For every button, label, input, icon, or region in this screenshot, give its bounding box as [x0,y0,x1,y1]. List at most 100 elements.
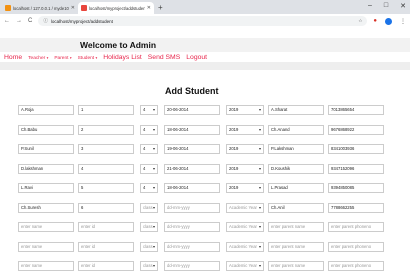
chevron-down-icon: ▾ [46,56,49,60]
chevron-down-icon: ▾ [95,56,98,60]
academic-year-select[interactable]: 2019 [226,105,264,115]
menu-dots-icon[interactable]: ⋮ [400,18,406,25]
bookmark-star-icon[interactable]: ☆ [358,18,362,24]
browser-tab-addstudent[interactable]: localhost/myproject/addstuden... ✕ [78,2,154,14]
tab-strip: localhost / 127.0.0.1 / myde10... ✕ loca… [0,0,410,14]
student-id-input[interactable]: enter id [78,261,134,271]
parent-phone-input[interactable]: enter parent phoneno [328,241,384,252]
student-id-input[interactable]: 1 [78,105,134,115]
back-icon[interactable]: ← [4,18,10,24]
dob-input[interactable]: 18-06-2014 [164,124,220,135]
student-id-input[interactable]: 6 [78,202,134,213]
dob-input[interactable]: dd-mm-yyyy [164,241,220,252]
address-bar-row: ← → C ⓘ localhost/myproject/addstudent ☆… [0,14,410,28]
student-id-input[interactable]: enter id [78,241,134,252]
student-name-input[interactable]: P.Sunil [18,144,74,154]
browser-tab-phpmyadmin[interactable]: localhost / 127.0.0.1 / myde10... ✕ [2,2,78,14]
academic-year-select[interactable]: Academic Year [226,261,264,271]
parent-name-input[interactable]: Ch.Anand [268,124,324,135]
student-id-input[interactable]: 2 [78,124,134,135]
form-row: enter name enter id class dd-mm-yyyy Academi… [14,261,384,271]
parent-phone-input[interactable]: 7013865654 [328,105,384,115]
student-name-input[interactable]: enter name [18,222,74,232]
academic-year-select[interactable]: 2019 [226,144,264,154]
student-name-input[interactable]: Ch.Suresh [18,202,74,213]
dob-input[interactable]: dd-mm-yyyy [164,202,220,213]
page-content: Welcome to Admin Home Teacher ▾ Parent ▾… [0,38,410,278]
student-id-input[interactable]: 3 [78,144,134,154]
class-select[interactable]: 4 [140,163,158,174]
parent-phone-input[interactable]: 9676868922 [328,124,384,135]
extension-icon[interactable]: ● [373,18,377,24]
parent-name-input[interactable]: A.Sharat [268,105,324,115]
nav-teacher[interactable]: Teacher ▾ [28,56,48,61]
academic-year-select[interactable]: Academic Year [226,222,264,232]
form-row: A.Roja 14 20-06-2014 2019 A.Sharat 7013865654 [14,105,384,115]
info-icon[interactable]: ⓘ [43,18,48,24]
nav-send-sms[interactable]: Send SMS [148,54,181,61]
tab-title: localhost/myproject/addstuden... [89,5,145,11]
nav-home[interactable]: Home [4,54,22,61]
parent-name-input[interactable]: L.Prasad [268,183,324,193]
form-row: Ch.Babu 24 18-06-2014 2019 Ch.Anand 967686892… [14,124,384,135]
profile-avatar-icon[interactable] [385,17,392,25]
student-id-input[interactable]: 4 [78,163,134,174]
close-window-icon[interactable]: ✕ [400,2,406,10]
class-select[interactable]: class [140,241,158,252]
student-id-input[interactable]: 5 [78,183,134,193]
new-tab-button[interactable]: + [158,2,163,14]
parent-name-input[interactable]: P.Lakshman [268,144,324,154]
parent-name-input[interactable]: enter parent name [268,222,324,232]
class-select[interactable]: class [140,261,158,271]
academic-year-select[interactable]: 2019 [226,183,264,193]
student-id-input[interactable]: enter id [78,222,134,232]
dob-input[interactable]: 21-06-2014 [164,163,220,174]
student-name-input[interactable]: enter name [18,241,74,252]
parent-name-input[interactable]: Ch.Anil [268,202,324,213]
academic-year-select[interactable]: 2019 [226,124,264,135]
parent-phone-input[interactable]: 9347152096 [328,163,384,174]
form-row: P.Sunil 34 19-06-2014 2019 P.Lakshman 8341003… [14,144,384,154]
nav-holidays[interactable]: Holidays List [103,54,142,61]
nav-parent[interactable]: Parent ▾ [54,56,71,61]
close-tab-icon[interactable]: ✕ [147,5,151,11]
academic-year-select[interactable]: 2019 [226,163,264,174]
omnibox[interactable]: ⓘ localhost/myproject/addstudent ☆ [38,16,368,26]
dob-input[interactable]: dd-mm-yyyy [164,222,220,232]
academic-year-select[interactable]: Academic Year [226,241,264,252]
browser-chrome: localhost / 127.0.0.1 / myde10... ✕ loca… [0,0,410,40]
main-nav: Home Teacher ▾ Parent ▾ Student ▾ Holida… [4,54,207,61]
student-name-input[interactable]: enter name [18,261,74,271]
dob-input[interactable]: 19-06-2014 [164,144,220,154]
maximize-icon[interactable]: □ [384,2,388,10]
parent-phone-input[interactable]: 9394850085 [328,183,384,193]
student-name-input[interactable]: L.Ravi [18,183,74,193]
academic-year-select[interactable]: Academic Year [226,202,264,213]
parent-name-input[interactable]: enter parent name [268,241,324,252]
parent-name-input[interactable]: D.Koushik [268,163,324,174]
parent-name-input[interactable]: enter parent name [268,261,324,271]
dob-input[interactable]: 20-06-2014 [164,105,220,115]
url-text[interactable]: localhost/myproject/addstudent [51,19,113,24]
class-select[interactable]: 4 [140,105,158,115]
minimize-icon[interactable]: – [368,2,372,10]
class-select[interactable]: 4 [140,124,158,135]
parent-phone-input[interactable]: enter parent phoneno [328,222,384,232]
reload-icon[interactable]: C [28,18,32,24]
nav-student[interactable]: Student ▾ [78,56,98,61]
dob-input[interactable]: dd-mm-yyyy [164,261,220,271]
student-name-input[interactable]: D.lakshman [18,163,74,174]
dob-input[interactable]: 18-06-2014 [164,183,220,193]
parent-phone-input[interactable]: 8341003936 [328,144,384,154]
parent-phone-input[interactable]: 7788662255 [328,202,384,213]
student-name-input[interactable]: Ch.Babu [18,124,74,135]
parent-phone-input[interactable]: enter parent phoneno [328,261,384,271]
class-select[interactable]: 4 [140,183,158,193]
class-select[interactable]: class [140,202,158,213]
nav-logout[interactable]: Logout [186,54,207,61]
class-select[interactable]: class [140,222,158,232]
student-name-input[interactable]: A.Roja [18,105,74,115]
forward-icon[interactable]: → [16,18,22,24]
close-tab-icon[interactable]: ✕ [71,5,75,11]
class-select[interactable]: 4 [140,144,158,154]
